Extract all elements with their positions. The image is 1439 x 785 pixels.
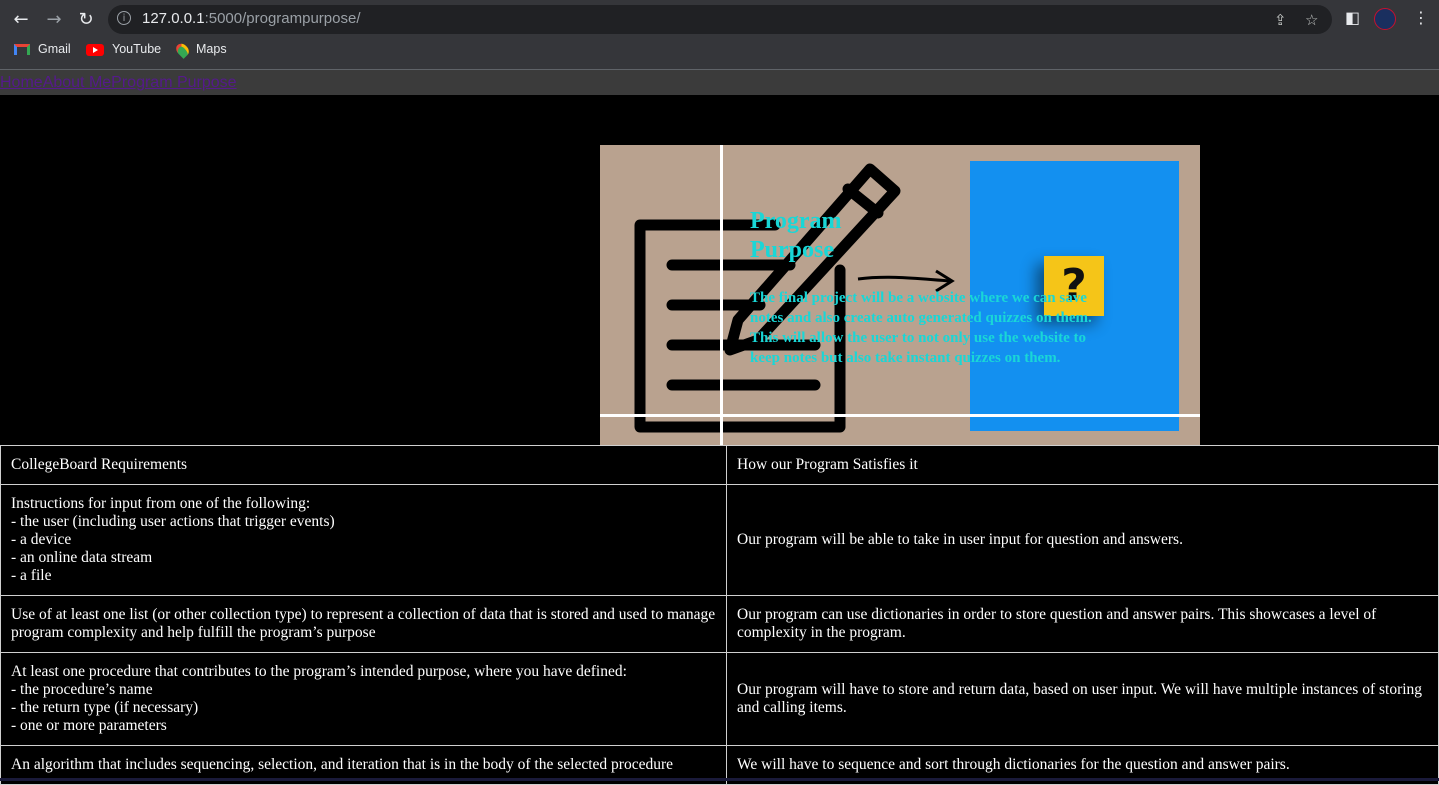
satisfaction-cell: Our program will have to store and retur… [726, 652, 1439, 746]
table-header-row: CollegeBoard Requirements How our Progra… [0, 445, 1439, 485]
url-path: :5000/programpurpose/ [204, 10, 361, 27]
requirement-cell: Use of at least one list (or other colle… [0, 595, 727, 653]
hero-banner: ? Program Purpose The final project will… [600, 145, 1200, 445]
requirement-cell: At least one procedure that contributes … [0, 652, 727, 746]
table-header: CollegeBoard Requirements [0, 445, 727, 485]
requirement-line: - one or more parameters [11, 717, 167, 734]
satisfaction-cell: Our program will be able to take in user… [726, 484, 1439, 596]
bookmark-label: YouTube [112, 42, 162, 56]
table-row: At least one procedure that contributes … [0, 652, 1439, 746]
satisfaction-cell: Our program can use dictionaries in orde… [726, 595, 1439, 653]
share-icon[interactable]: ⇪ [1274, 11, 1287, 29]
bookmarks-bar: Gmail YouTube Maps [0, 40, 1439, 62]
table-header: How our Program Satisfies it [726, 445, 1439, 485]
requirement-cell: Instructions for input from one of the f… [0, 484, 727, 596]
forward-icon[interactable]: → [42, 8, 66, 32]
hero-description: The final project will be a website wher… [750, 290, 1092, 366]
nav-link-home[interactable]: Home [0, 74, 43, 91]
hero-divider-vertical [720, 145, 723, 445]
youtube-icon [86, 43, 104, 56]
table-row: Use of at least one list (or other colle… [0, 595, 1439, 653]
side-panel-icon[interactable]: ◧ [1345, 8, 1360, 27]
page-title: Program Purpose [750, 208, 842, 263]
requirement-line: - the procedure’s name [11, 681, 153, 698]
requirement-line: - an online data stream [11, 549, 153, 566]
hero-divider-horizontal [600, 414, 1200, 417]
maps-icon [173, 40, 192, 59]
requirement-line: - a device [11, 531, 72, 548]
back-icon[interactable]: ← [9, 8, 33, 32]
requirement-line: - the user (including user actions that … [11, 513, 335, 530]
site-info-icon[interactable]: i [117, 11, 131, 25]
table-row: Instructions for input from one of the f… [0, 484, 1439, 596]
nav-link-about-me[interactable]: About Me [43, 74, 111, 91]
requirement-line: - the return type (if necessary) [11, 699, 199, 716]
nav-link-program-purpose[interactable]: Program Purpose [111, 74, 236, 91]
profile-avatar[interactable] [1374, 8, 1396, 30]
bookmark-maps[interactable]: Maps [173, 40, 227, 59]
address-bar[interactable]: i 127.0.0.1:5000/programpurpose/ ⇪ ☆ [108, 5, 1332, 34]
url-text[interactable]: 127.0.0.1:5000/programpurpose/ [142, 10, 361, 27]
requirements-table: CollegeBoard Requirements How our Progra… [0, 445, 1439, 785]
url-host: 127.0.0.1 [142, 10, 205, 27]
bookmark-youtube[interactable]: YouTube [86, 42, 161, 56]
requirement-line: At least one procedure that contributes … [11, 663, 627, 680]
gmail-icon [14, 44, 30, 56]
menu-icon[interactable]: ⋮ [1413, 8, 1429, 27]
bookmark-star-icon[interactable]: ☆ [1305, 11, 1318, 29]
bookmark-gmail[interactable]: Gmail [14, 42, 71, 56]
bookmark-label: Maps [196, 42, 227, 56]
requirement-line: An algorithm that includes sequencing, s… [11, 756, 673, 773]
reload-icon[interactable]: ↻ [74, 8, 98, 32]
requirement-line: Use of at least one list (or other colle… [11, 606, 716, 641]
requirement-line: - a file [11, 567, 52, 584]
requirement-line: Instructions for input from one of the f… [11, 495, 311, 512]
browser-chrome: ← → ↻ i 127.0.0.1:5000/programpurpose/ ⇪… [0, 0, 1439, 70]
site-navbar: HomeAbout MeProgram Purpose [0, 70, 1439, 95]
bookmark-label: Gmail [38, 42, 71, 56]
